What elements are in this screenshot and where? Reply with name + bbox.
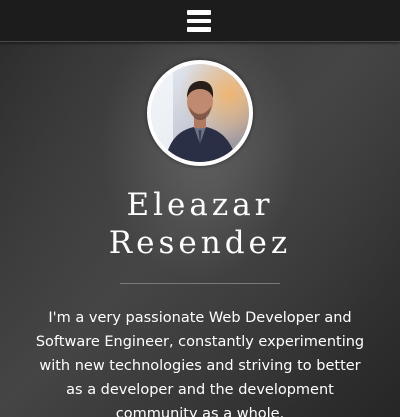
name-last: Resendez xyxy=(108,225,292,261)
profile-avatar xyxy=(147,60,253,166)
profile-photo xyxy=(151,64,249,162)
hamburger-menu-icon[interactable] xyxy=(187,9,211,33)
profile-bio: I'm a very passionate Web Developer and … xyxy=(35,310,365,417)
profile-name: Eleazar Resendez xyxy=(0,186,400,262)
page: Eleazar Resendez I'm a very passionate W… xyxy=(0,0,400,417)
name-first: Eleazar xyxy=(126,187,274,223)
top-nav-bar xyxy=(0,0,400,42)
name-divider xyxy=(120,283,280,284)
menu-bar-line xyxy=(187,18,211,23)
menu-bar-line xyxy=(187,27,211,32)
menu-bar-line xyxy=(187,10,211,15)
